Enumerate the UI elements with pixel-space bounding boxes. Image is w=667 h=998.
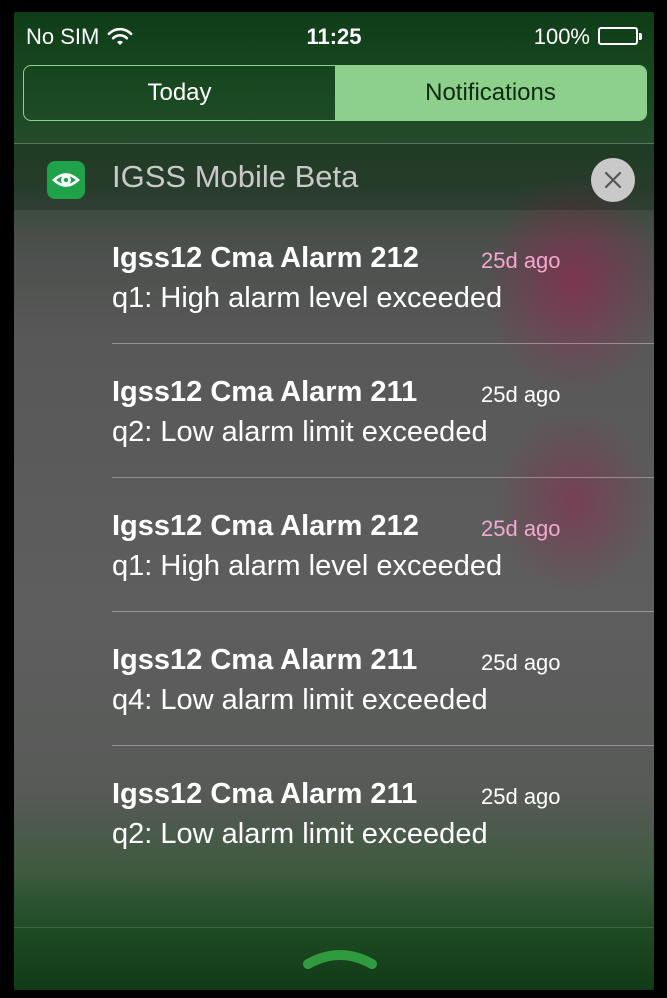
tab-today[interactable]: Today bbox=[24, 66, 335, 120]
notification-time: 25d ago bbox=[481, 650, 561, 675]
clear-notifications-button[interactable] bbox=[591, 158, 635, 202]
notification-title: Igss12 Cma Alarm 212 bbox=[112, 242, 419, 274]
notification-item[interactable]: Igss12 Cma Alarm 212 25d ago q1: High al… bbox=[14, 210, 654, 344]
notification-title: Igss12 Cma Alarm 211 bbox=[112, 778, 418, 810]
notification-item[interactable]: Igss12 Cma Alarm 212 25d ago q1: High al… bbox=[14, 478, 654, 612]
divider bbox=[14, 927, 654, 928]
app-group-name: IGSS Mobile Beta bbox=[112, 159, 359, 194]
eye-icon bbox=[47, 161, 85, 199]
device-frame: No SIM 11:25 100% Today Notifications IG… bbox=[0, 0, 667, 998]
notification-body: q1: High alarm level exceeded bbox=[112, 282, 503, 314]
notification-body: q4: Low alarm limit exceeded bbox=[112, 684, 488, 716]
notification-title: Igss12 Cma Alarm 212 bbox=[112, 510, 419, 542]
app-group-header: IGSS Mobile Beta bbox=[14, 144, 654, 210]
status-right: 100% bbox=[534, 24, 644, 50]
notification-body: q2: Low alarm limit exceeded bbox=[112, 416, 488, 448]
notification-title: Igss12 Cma Alarm 211 bbox=[112, 376, 418, 408]
notification-time: 25d ago bbox=[481, 784, 561, 809]
chevron-up-icon[interactable] bbox=[300, 942, 380, 974]
notification-time: 25d ago bbox=[481, 382, 561, 407]
notification-body: q2: Low alarm limit exceeded bbox=[112, 818, 488, 850]
notification-title: Igss12 Cma Alarm 211 bbox=[112, 644, 418, 676]
notification-list: Igss12 Cma Alarm 212 25d ago q1: High al… bbox=[14, 210, 654, 880]
notification-item[interactable]: Igss12 Cma Alarm 211 25d ago q2: Low ala… bbox=[14, 344, 654, 478]
tab-notifications[interactable]: Notifications bbox=[335, 66, 646, 120]
notification-item[interactable]: Igss12 Cma Alarm 211 25d ago q2: Low ala… bbox=[14, 746, 654, 880]
notification-body: q1: High alarm level exceeded bbox=[112, 550, 503, 582]
notification-center: No SIM 11:25 100% Today Notifications IG… bbox=[14, 12, 654, 990]
notification-item[interactable]: Igss12 Cma Alarm 211 25d ago q4: Low ala… bbox=[14, 612, 654, 746]
notification-time: 25d ago bbox=[481, 516, 561, 541]
status-bar: No SIM 11:25 100% bbox=[14, 12, 654, 60]
battery-percentage: 100% bbox=[533, 24, 590, 49]
notification-time: 25d ago bbox=[481, 248, 561, 273]
battery-icon bbox=[598, 27, 644, 47]
view-segmented-control: Today Notifications bbox=[23, 65, 647, 121]
close-icon bbox=[604, 171, 622, 189]
